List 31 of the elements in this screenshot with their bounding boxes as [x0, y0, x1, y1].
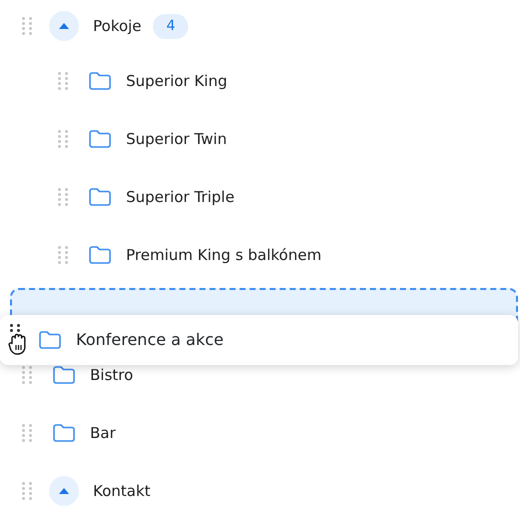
drag-handle-icon[interactable] [22, 366, 32, 384]
folder-icon [38, 330, 62, 350]
folder-icon [52, 423, 76, 443]
item-label: Superior Triple [126, 186, 234, 208]
dragged-item-card[interactable]: Konference a akce [0, 315, 518, 365]
drag-handle-icon[interactable] [22, 17, 32, 35]
item-label: Bistro [90, 364, 134, 386]
item-label: Premium King s balkónem [126, 244, 322, 266]
folder-icon [88, 245, 112, 265]
folder-icon [88, 129, 112, 149]
item-label: Konference a akce [76, 329, 224, 351]
item-label: Kontakt [93, 480, 150, 502]
item-label: Pokoje [93, 16, 142, 37]
item-label: Superior King [126, 70, 228, 92]
caret-icon [59, 488, 69, 494]
drag-handle-icon[interactable] [58, 188, 68, 206]
count-badge: 4 [153, 14, 188, 38]
drag-handle-icon[interactable] [58, 130, 68, 148]
drag-handle-icon[interactable] [10, 324, 20, 332]
collapse-toggle[interactable] [49, 476, 79, 506]
drag-handle-icon[interactable] [22, 424, 32, 442]
caret-icon [59, 23, 69, 29]
drag-handle-icon[interactable] [58, 72, 68, 90]
item-label: Bar [90, 422, 116, 444]
folder-icon [88, 187, 112, 207]
drag-handle-icon[interactable] [22, 482, 32, 500]
folder-icon [88, 71, 112, 91]
collapse-toggle[interactable] [49, 11, 79, 41]
drag-handle-icon[interactable] [58, 246, 68, 264]
item-label: Superior Twin [126, 128, 227, 150]
folder-icon [52, 365, 76, 385]
